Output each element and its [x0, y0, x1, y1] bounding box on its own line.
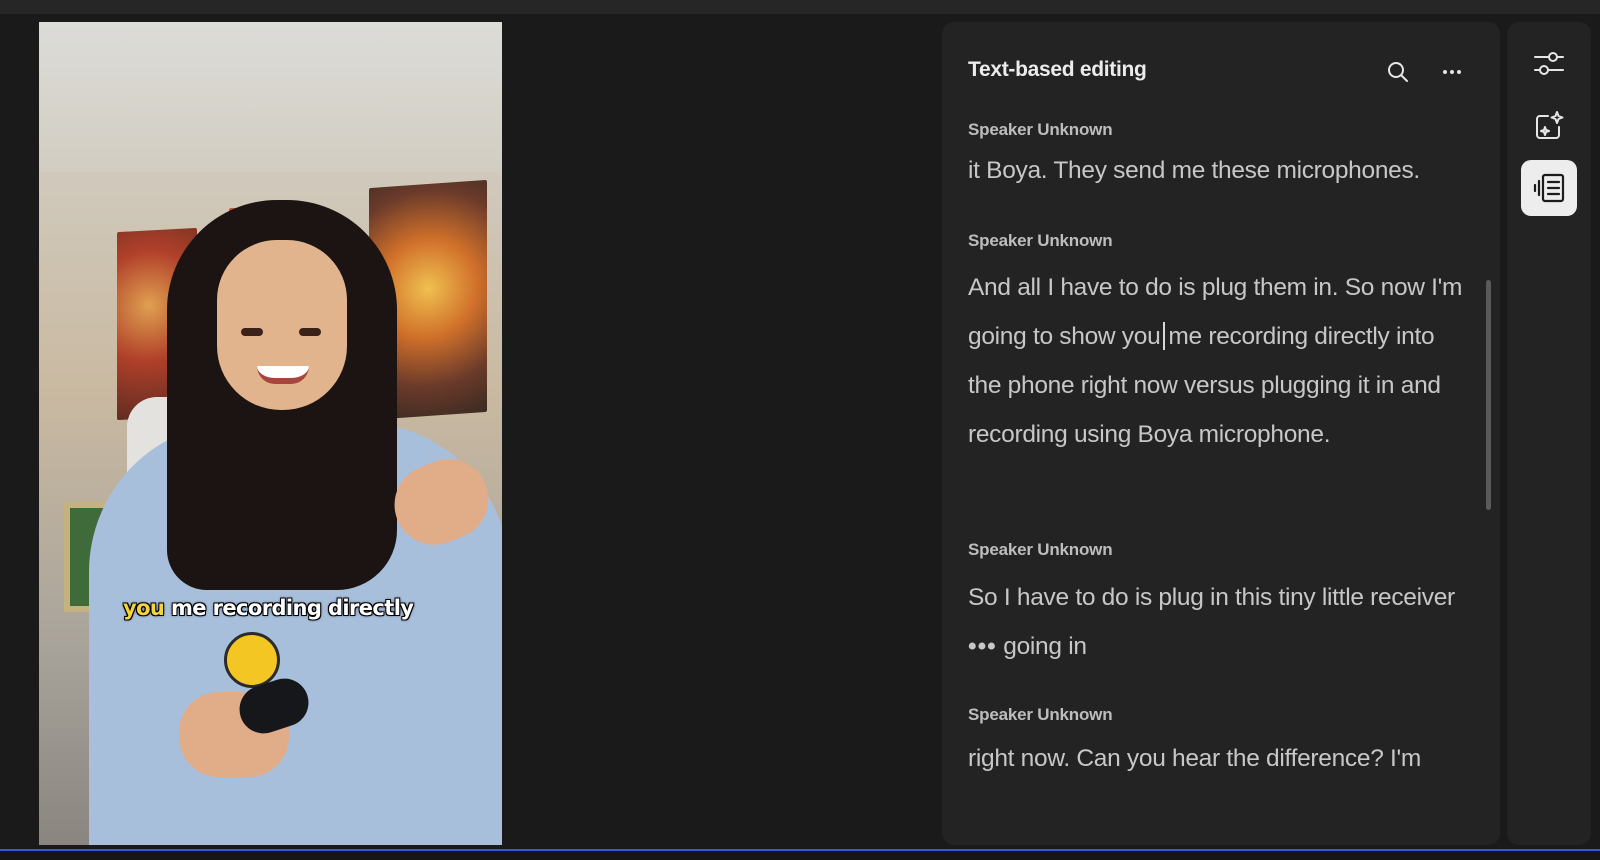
text-based-editing-button[interactable]	[1521, 160, 1577, 216]
speaker-label[interactable]: Speaker Unknown	[968, 231, 1113, 251]
timeline-edge	[0, 849, 1600, 860]
transcript-text[interactable]: going in	[1003, 633, 1087, 660]
video-preview[interactable]: you me recording directly	[39, 22, 502, 845]
transcript-icon	[1533, 173, 1565, 203]
transcript-scrollbar[interactable]	[1486, 280, 1491, 510]
enhance-button[interactable]	[1521, 98, 1577, 154]
magic-enhance-icon	[1536, 111, 1564, 139]
person-face	[217, 240, 347, 410]
right-tool-rail	[1507, 22, 1591, 845]
eye	[299, 328, 321, 336]
top-bar	[0, 0, 1600, 14]
text-based-editing-panel: Text-based editing Speaker Unknown it Bo…	[942, 22, 1500, 845]
video-caption: you me recording directly	[123, 596, 414, 620]
transcript[interactable]: Speaker Unknown it Boya. They send me th…	[968, 22, 1468, 782]
transcript-paragraph[interactable]: it Boya. They send me these microphones.	[968, 146, 1468, 195]
speaker-label[interactable]: Speaker Unknown	[968, 705, 1113, 725]
transcript-paragraph[interactable]: And all I have to do is plug them in. So…	[968, 263, 1468, 459]
emoji-sticker-icon	[224, 632, 280, 688]
eye	[241, 328, 263, 336]
transcript-paragraph[interactable]: right now. Can you hear the difference? …	[968, 734, 1468, 782]
adjustments-button[interactable]	[1521, 36, 1577, 92]
text-cursor	[1163, 322, 1166, 350]
pause-gap-marker[interactable]: •••	[968, 633, 997, 660]
scene-ceiling	[39, 22, 502, 172]
caption-text: me recording directly	[164, 596, 414, 620]
transcript-text[interactable]: it Boya. They send me these microphones.	[968, 157, 1420, 184]
caption-highlight-word: you	[123, 596, 165, 620]
sliders-icon	[1534, 52, 1564, 75]
speaker-label[interactable]: Speaker Unknown	[968, 540, 1113, 560]
smile	[257, 366, 309, 384]
transcript-text[interactable]: So I have to do is plug in this tiny lit…	[968, 584, 1455, 611]
transcript-paragraph[interactable]: So I have to do is plug in this tiny lit…	[968, 573, 1468, 671]
transcript-text[interactable]: right now. Can you hear the difference? …	[968, 745, 1421, 772]
speaker-label[interactable]: Speaker Unknown	[968, 120, 1113, 140]
